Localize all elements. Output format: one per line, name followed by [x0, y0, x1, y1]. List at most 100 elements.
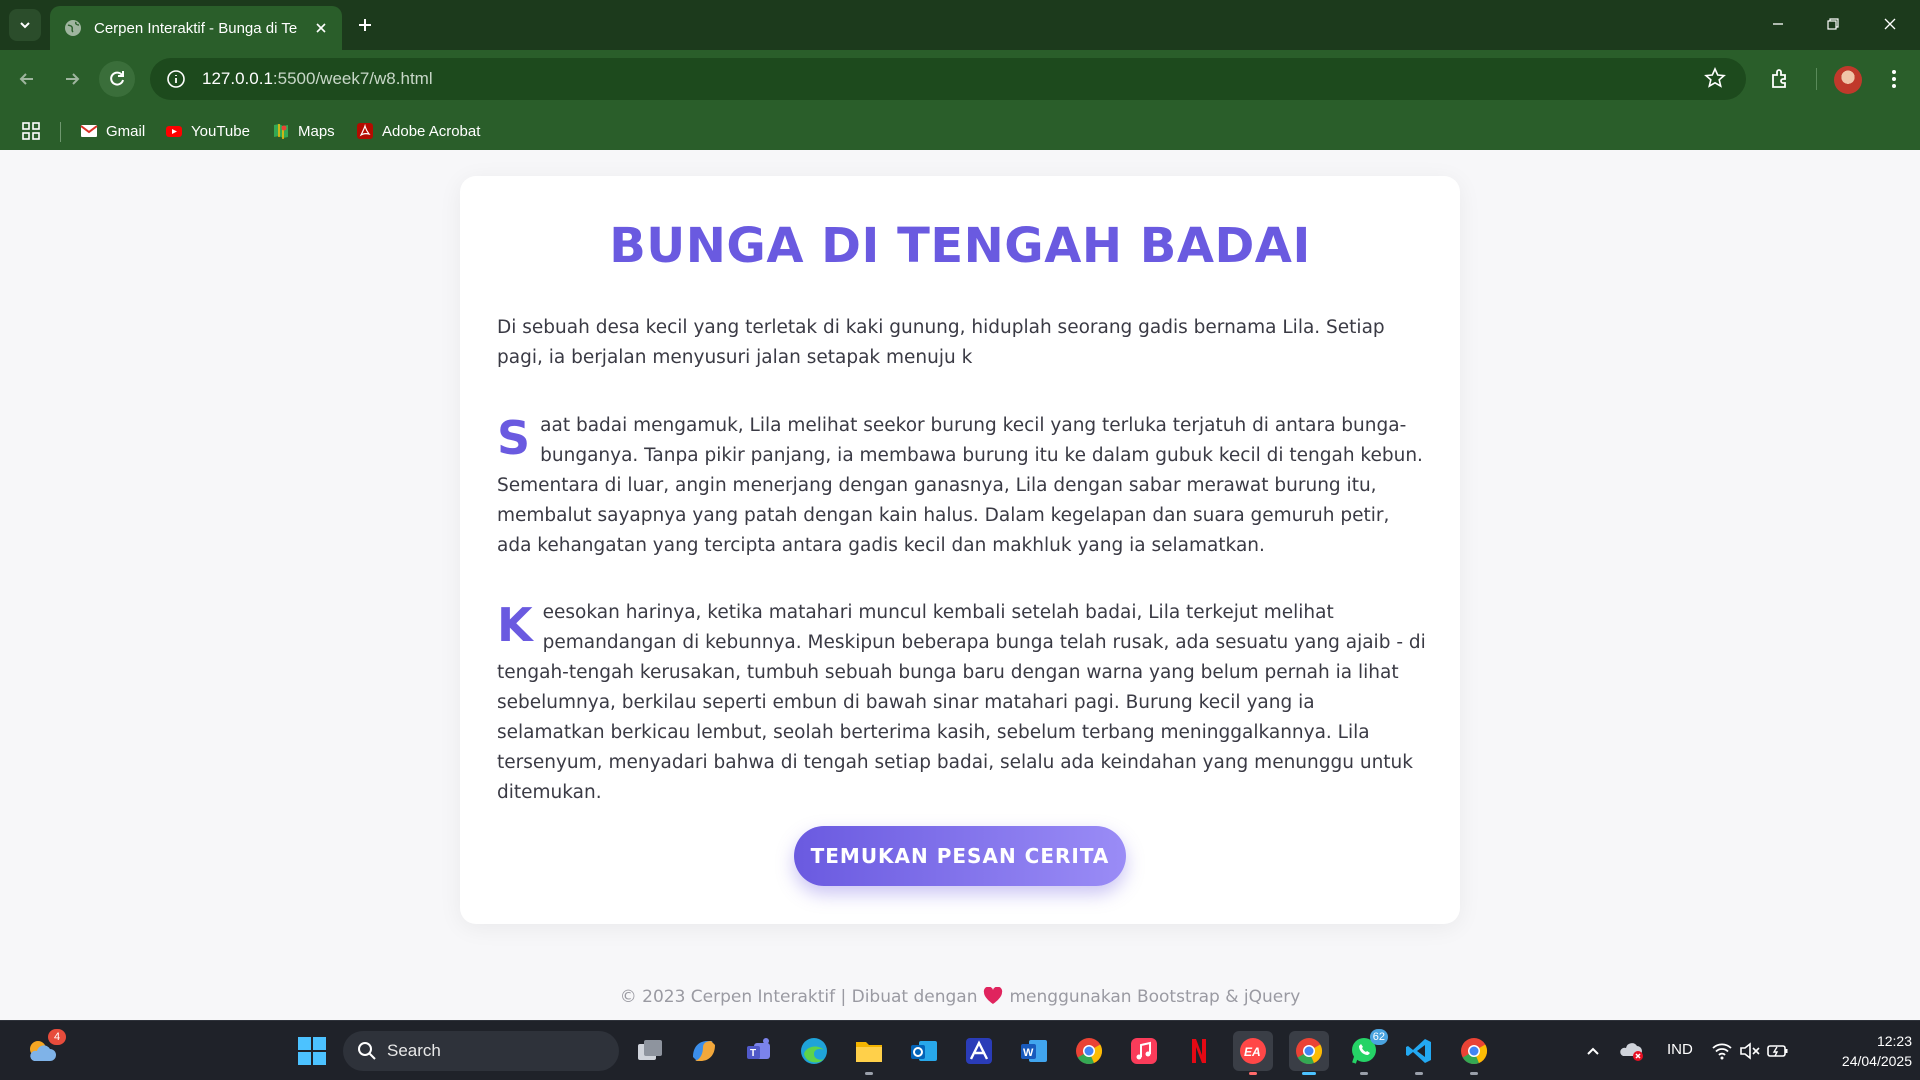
chrome-icon[interactable]: [1069, 1031, 1109, 1071]
svg-text:T: T: [750, 1048, 756, 1059]
clock-time: 12:23: [1876, 1033, 1912, 1049]
active-tab[interactable]: Cerpen Interaktif - Bunga di Te: [50, 6, 342, 50]
bookmark-label: Adobe Acrobat: [382, 122, 481, 140]
close-icon: [1884, 18, 1896, 30]
kebab-menu-icon[interactable]: [1880, 65, 1908, 93]
start-button[interactable]: [292, 1031, 332, 1071]
minimize-button[interactable]: [1758, 8, 1798, 40]
bookmark-maps[interactable]: Maps: [272, 118, 335, 144]
url-host: 127.0.0.1: [202, 69, 273, 88]
chrome-secondary-icon[interactable]: [1454, 1031, 1494, 1075]
windows-logo-icon: [298, 1037, 326, 1065]
svg-text:W: W: [1023, 1047, 1034, 1059]
paragraph-text: aat badai mengamuk, Lila melihat seekor …: [497, 415, 1423, 556]
taskbar-search[interactable]: Search: [343, 1031, 619, 1071]
apple-music-icon[interactable]: [1124, 1031, 1164, 1071]
running-indicator: [1360, 1072, 1368, 1075]
vscode-icon[interactable]: [1399, 1031, 1439, 1075]
word-icon[interactable]: W: [1014, 1031, 1054, 1071]
acrobat-icon: [356, 122, 374, 140]
task-view-icon[interactable]: [630, 1031, 670, 1071]
affinity-icon[interactable]: [959, 1031, 999, 1071]
weather-badge: 4: [48, 1029, 66, 1045]
chrome-profile-icon[interactable]: [1289, 1031, 1329, 1075]
file-explorer-icon[interactable]: [849, 1031, 889, 1075]
toolbar-divider: [1816, 68, 1817, 90]
bookmark-youtube[interactable]: YouTube: [165, 118, 250, 144]
browser-toolbar: 127.0.0.1:5500/week7/w8.html Gmail YouTu…: [0, 50, 1920, 158]
weather-widget[interactable]: 4: [22, 1029, 66, 1071]
url-text: 127.0.0.1:5500/week7/w8.html: [202, 69, 433, 89]
bookmark-label: Gmail: [106, 122, 146, 140]
minimize-icon: [1773, 23, 1783, 25]
story-paragraph-3: Keesokan harinya, ketika matahari muncul…: [497, 598, 1427, 808]
story-title: BUNGA DI TENGAH BADAI: [609, 218, 1311, 274]
bookmark-label: Maps: [298, 122, 335, 140]
edge-icon[interactable]: [794, 1031, 834, 1071]
reload-button[interactable]: [99, 61, 135, 97]
teams-icon[interactable]: T: [739, 1031, 779, 1071]
drop-cap: K: [497, 598, 533, 652]
extensions-icon[interactable]: [1766, 65, 1794, 93]
battery-charging-icon[interactable]: [1764, 1031, 1792, 1071]
netflix-icon[interactable]: [1179, 1031, 1219, 1071]
page-viewport: BUNGA DI TENGAH BADAI Di sebuah desa kec…: [0, 150, 1920, 1020]
forward-button[interactable]: [54, 61, 90, 97]
story-card: BUNGA DI TENGAH BADAI Di sebuah desa kec…: [460, 176, 1460, 924]
running-indicator: [1302, 1072, 1316, 1075]
globe-icon: [64, 19, 82, 37]
footer-text-left: © 2023 Cerpen Interaktif | Dibuat dengan: [619, 987, 978, 1007]
clock-date: 24/04/2025: [1841, 1053, 1912, 1069]
ea-app-icon[interactable]: EA: [1233, 1031, 1273, 1075]
svg-text:EA: EA: [1244, 1045, 1261, 1059]
copilot-icon[interactable]: [684, 1031, 724, 1071]
bookmark-adobe-acrobat[interactable]: Adobe Acrobat: [356, 118, 480, 144]
arrow-right-icon: [66, 73, 80, 85]
search-label: Search: [387, 1041, 441, 1060]
tab-title: Cerpen Interaktif - Bunga di Te: [94, 19, 298, 37]
running-indicator: [1470, 1072, 1478, 1075]
bookmark-label: YouTube: [191, 122, 250, 140]
page-footer: © 2023 Cerpen Interaktif | Dibuat dengan…: [0, 986, 1920, 1010]
bookmarks-divider: [60, 122, 61, 142]
system-clock[interactable]: 12:23 24/04/2025: [1812, 1031, 1912, 1071]
chevron-down-icon: [20, 22, 30, 29]
onedrive-error-icon[interactable]: [1612, 1031, 1652, 1071]
outlook-icon[interactable]: [904, 1031, 944, 1071]
new-tab-button[interactable]: [350, 10, 380, 40]
close-tab-icon[interactable]: [310, 17, 332, 39]
input-language[interactable]: IND: [1667, 1041, 1693, 1058]
show-hidden-icons-chevron-icon[interactable]: [1573, 1031, 1613, 1071]
gmail-icon: [80, 122, 98, 140]
reload-icon: [110, 71, 124, 86]
find-story-message-button[interactable]: TEMUKAN PESAN CERITA: [794, 826, 1126, 886]
tab-search-button[interactable]: [9, 9, 41, 41]
bookmark-star-icon[interactable]: [1704, 67, 1728, 91]
address-bar[interactable]: 127.0.0.1:5500/week7/w8.html: [150, 58, 1746, 100]
profile-avatar[interactable]: [1834, 66, 1862, 94]
arrow-left-icon: [19, 73, 33, 85]
apps-grid-icon[interactable]: [22, 122, 40, 140]
wifi-icon[interactable]: [1708, 1031, 1736, 1071]
browser-tab-bar: Cerpen Interaktif - Bunga di Te: [0, 0, 1920, 50]
search-icon: [358, 1042, 376, 1060]
youtube-icon: [165, 122, 183, 140]
button-label: TEMUKAN PESAN CERITA: [810, 844, 1110, 868]
whatsapp-icon[interactable]: 62: [1344, 1029, 1388, 1075]
volume-muted-icon[interactable]: [1736, 1031, 1764, 1071]
bookmarks-bar: Gmail YouTube Maps Adobe Acrobat: [0, 112, 1920, 148]
site-info-icon[interactable]: [164, 67, 188, 91]
plus-icon: [359, 19, 371, 31]
url-path: :5500/week7/w8.html: [272, 69, 433, 88]
running-indicator: [865, 1072, 873, 1075]
story-paragraph-2: Saat badai mengamuk, Lila melihat seekor…: [497, 411, 1427, 561]
drop-cap: S: [497, 411, 531, 465]
bookmark-gmail[interactable]: Gmail: [80, 118, 145, 144]
windows-taskbar: 4 Search T W EA 62 IND 12:23 24/04/2025: [0, 1020, 1920, 1080]
back-button[interactable]: [9, 61, 45, 97]
close-window-button[interactable]: [1870, 8, 1910, 40]
maps-icon: [272, 122, 290, 140]
restore-button[interactable]: [1813, 8, 1853, 40]
heart-icon: [983, 986, 1003, 1010]
paragraph-text: eesokan harinya, ketika matahari muncul …: [497, 602, 1426, 803]
